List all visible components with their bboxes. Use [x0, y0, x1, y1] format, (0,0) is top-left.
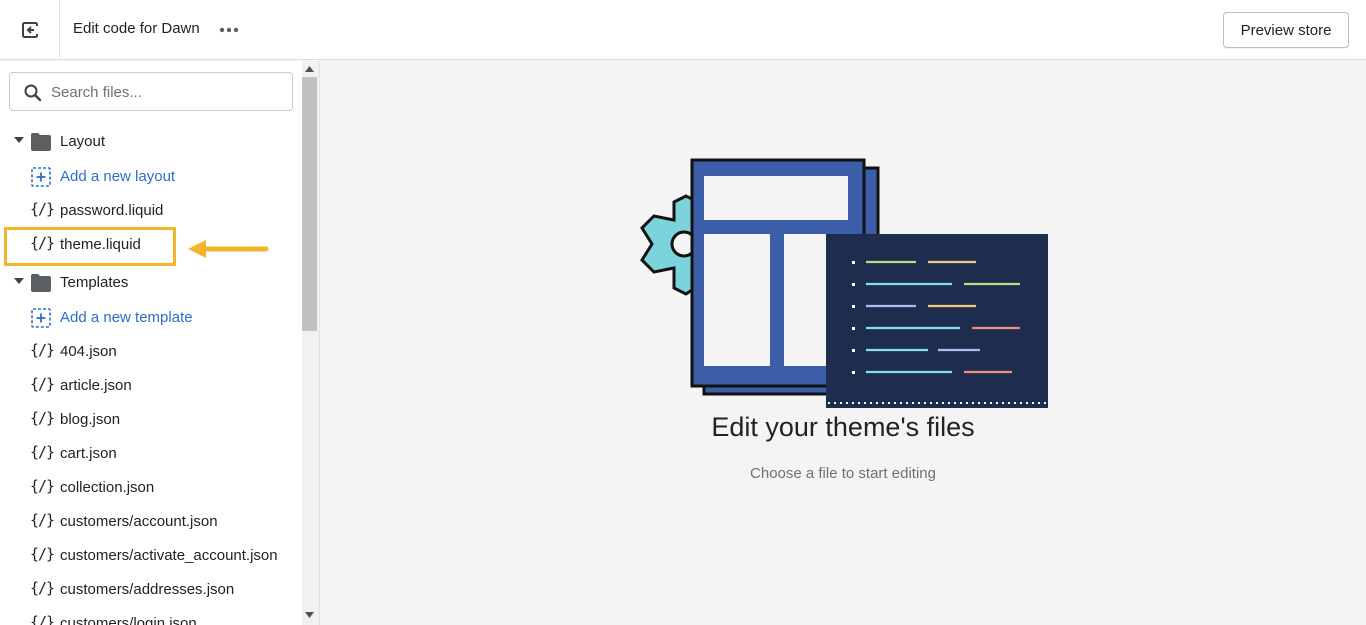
- search-icon: [24, 84, 42, 102]
- caret-down-icon: [14, 278, 24, 284]
- file-label: customers/addresses.json: [60, 581, 235, 598]
- file-label: collection.json: [60, 479, 155, 496]
- file-collection-json[interactable]: {/} collection.json: [0, 471, 302, 505]
- top-bar: Edit code for Dawn Preview store: [0, 0, 1366, 60]
- file-404-json[interactable]: {/} 404.json: [0, 335, 302, 369]
- liquid-file-icon: {/}: [30, 200, 55, 218]
- file-label: customers/account.json: [60, 513, 218, 530]
- file-label: blog.json: [60, 411, 121, 428]
- liquid-file-icon: {/}: [30, 443, 55, 461]
- file-label: article.json: [60, 377, 132, 394]
- add-template-label: Add a new template: [60, 309, 193, 326]
- page-title: Edit code for Dawn: [73, 20, 200, 37]
- folder-templates[interactable]: Templates: [0, 266, 302, 300]
- file-label: 404.json: [60, 343, 117, 360]
- file-label: customers/login.json: [60, 615, 197, 625]
- file-password-liquid[interactable]: {/} password.liquid: [0, 194, 302, 228]
- highlight-box: [4, 227, 176, 266]
- scroll-up-arrow-icon[interactable]: [305, 66, 314, 72]
- file-customers-activate-account-json[interactable]: {/} customers/activate_account.json: [0, 539, 302, 573]
- file-sidebar: Layout Add a new layout {/} password.liq…: [0, 61, 320, 625]
- folder-icon: [31, 133, 51, 151]
- liquid-file-icon: {/}: [30, 341, 55, 359]
- caret-down-icon: [14, 137, 24, 143]
- file-article-json[interactable]: {/} article.json: [0, 369, 302, 403]
- scroll-down-arrow-icon[interactable]: [305, 612, 314, 618]
- arrow-left-icon: [188, 240, 269, 258]
- exit-icon: [21, 22, 39, 38]
- liquid-file-icon: {/}: [30, 375, 55, 393]
- liquid-file-icon: {/}: [30, 579, 55, 597]
- liquid-file-icon: {/}: [30, 511, 55, 529]
- file-label: cart.json: [60, 445, 117, 462]
- liquid-file-icon: {/}: [30, 613, 55, 625]
- liquid-file-icon: {/}: [30, 477, 55, 495]
- exit-button[interactable]: [0, 0, 60, 60]
- file-cart-json[interactable]: {/} cart.json: [0, 437, 302, 471]
- preview-store-button[interactable]: Preview store: [1223, 12, 1349, 48]
- empty-state-title: Edit your theme's files: [711, 412, 975, 442]
- file-label: customers/activate_account.json: [60, 547, 278, 564]
- more-actions-button[interactable]: [216, 18, 242, 42]
- folder-label: Templates: [60, 274, 129, 291]
- empty-state-subtitle: Choose a file to start editing: [750, 465, 936, 482]
- file-customers-account-json[interactable]: {/} customers/account.json: [0, 505, 302, 539]
- file-blog-json[interactable]: {/} blog.json: [0, 403, 302, 437]
- add-layout-link[interactable]: Add a new layout: [0, 160, 302, 194]
- horizontal-dots-icon: [219, 27, 239, 33]
- search-input[interactable]: [51, 81, 281, 103]
- add-file-icon: [31, 308, 51, 328]
- search-field[interactable]: [9, 72, 293, 111]
- liquid-file-icon: {/}: [30, 545, 55, 563]
- file-customers-addresses-json[interactable]: {/} customers/addresses.json: [0, 573, 302, 607]
- add-file-icon: [31, 167, 51, 187]
- theme-files-illustration: [640, 158, 1048, 408]
- file-label: password.liquid: [60, 202, 164, 219]
- folder-label: Layout: [60, 133, 106, 150]
- liquid-file-icon: {/}: [30, 409, 55, 427]
- folder-icon: [31, 274, 51, 292]
- folder-layout[interactable]: Layout: [0, 125, 302, 159]
- file-customers-login-json[interactable]: {/} customers/login.json: [0, 607, 302, 625]
- editor-area: Edit your theme's files Choose a file to…: [320, 61, 1366, 625]
- add-template-link[interactable]: Add a new template: [0, 301, 302, 335]
- add-layout-label: Add a new layout: [60, 168, 176, 185]
- scrollbar-thumb[interactable]: [302, 77, 317, 331]
